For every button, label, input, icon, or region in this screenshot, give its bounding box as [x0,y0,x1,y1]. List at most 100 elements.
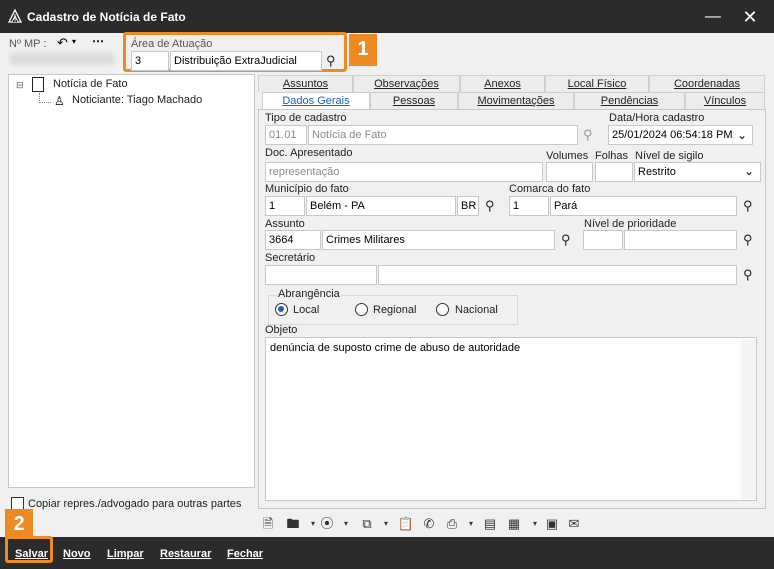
dropdown-arrow-icon[interactable]: ▾ [72,37,76,46]
tab-local-fisico[interactable]: Local Físico [545,75,649,92]
close-button[interactable]: Fechar [227,548,263,560]
data-label: Data/Hora cadastro [609,112,705,124]
municipio-search-icon[interactable]: ⚲ [485,198,495,214]
assunto-code-field[interactable]: 3664 [265,230,321,250]
comarca-code-field[interactable]: 1 [509,196,549,216]
municipio-name-field[interactable]: Belém - PA [306,196,456,216]
tipo-name-field: Notícia de Fato [308,125,578,145]
tab-anexos[interactable]: Anexos [460,75,545,92]
prioridade-search-icon[interactable]: ⚲ [743,232,753,248]
radio-regional[interactable] [355,303,368,316]
area-name-field[interactable]: Distribuição ExtraJudicial [170,51,322,71]
save-button[interactable]: Salvar [15,548,48,560]
link-icon[interactable]: ⦿ [318,515,336,533]
tab-coordenadas[interactable]: Coordenadas [649,75,765,92]
area-search-icon[interactable]: ⚲ [326,53,336,69]
tab-movimentacoes[interactable]: Movimentações [458,92,574,109]
doc-label: Doc. Apresentado [265,147,353,159]
tipo-code-field: 01.01 [265,125,307,145]
assunto-label: Assunto [265,218,305,230]
data-field[interactable]: 25/01/2024 06:54:18 PM [608,125,753,145]
window-title: Cadastro de Notícia de Fato [27,10,186,24]
mp-number-blurred [10,53,114,65]
folhas-label: Folhas [595,150,629,162]
person-icon: ♙ [54,94,65,108]
abrangencia-label: Abrangência [277,288,341,300]
objeto-label: Objeto [265,324,298,336]
minimize-icon[interactable]: — [703,7,723,27]
title-bar: Cadastro de Notícia de Fato — ✕ [0,0,774,33]
tree-line-h [39,102,51,103]
step-badge-2: 2 [5,509,33,539]
tree-child-item[interactable]: Noticiante: Tiago Machado [72,94,202,106]
radio-nacional[interactable] [436,303,449,316]
tree-panel [8,74,255,488]
document-icon [32,77,44,92]
secretario-label: Secretário [265,252,316,264]
comarca-label: Comarca do fato [509,183,591,195]
tree-collapse-icon[interactable]: ⊟ [16,80,24,91]
comarca-search-icon[interactable]: ⚲ [743,198,753,214]
sigilo-label: Nível de sigilo [635,150,704,162]
restore-button[interactable]: Restaurar [160,548,211,560]
municipio-uf-field[interactable]: BR [457,196,479,216]
volumes-label: Volumes [546,150,589,162]
clipboard-icon[interactable]: 📋 [397,515,415,533]
add-document-icon[interactable]: 🗎 [259,515,277,533]
folder-icon[interactable]: 🖿 [284,515,302,533]
calendar-dropdown-icon[interactable]: ▾ [526,515,544,533]
copy-checkbox-label: Copiar repres./advogado para outras part… [28,498,242,510]
radio-nacional-label: Nacional [455,304,498,316]
undo-icon[interactable]: ↶ [57,35,68,51]
folhas-field[interactable] [595,162,633,182]
prioridade-label: Nível de prioridade [584,218,677,230]
clear-button[interactable]: Limpar [107,548,144,560]
doc-field[interactable]: representação [265,162,543,182]
phone-icon[interactable]: ✆ [420,515,438,533]
area-label: Área de Atuação [131,38,213,50]
volumes-field[interactable] [546,162,593,182]
step-badge-1: 1 [349,34,377,66]
municipio-code-field[interactable]: 1 [265,196,305,216]
data-dropdown-icon[interactable]: ⌄ [737,128,747,142]
area-code-field[interactable]: 3 [131,51,169,71]
tab-observacoes[interactable]: Observações [353,75,460,92]
sigilo-dropdown-icon[interactable]: ⌄ [744,164,754,178]
radio-local[interactable] [275,303,288,316]
printer-alt-icon[interactable]: ▤ [481,515,499,533]
sigilo-select[interactable]: Restrito [634,162,761,182]
municipio-label: Município do fato [265,183,349,195]
prioridade-code-field[interactable] [583,230,623,250]
tab-dados-gerais[interactable]: Dados Gerais [262,92,370,110]
print-dropdown-icon[interactable]: ▾ [462,515,480,533]
tab-pendencias[interactable]: Pendências [574,92,685,109]
tree-root-item[interactable]: Notícia de Fato [53,78,128,90]
tab-vinculos[interactable]: Vínculos [685,92,765,109]
secretario-search-icon[interactable]: ⚲ [743,267,753,283]
copy-dropdown-icon[interactable]: ▾ [377,515,395,533]
print-icon[interactable]: ⎙ [443,515,461,533]
copy-docs-icon[interactable]: ⧉ [358,515,376,533]
assunto-search-icon[interactable]: ⚲ [561,232,571,248]
tipo-label: Tipo de cadastro [265,112,347,124]
image-icon[interactable]: ▣ [543,515,561,533]
new-button[interactable]: Novo [63,548,91,560]
objeto-textarea[interactable] [265,337,757,501]
radio-regional-label: Regional [373,304,417,316]
mp-label: Nº MP : [9,38,47,50]
objeto-scrollbar[interactable] [741,339,756,499]
close-icon[interactable]: ✕ [740,7,760,27]
mail-icon[interactable]: ✉ [565,515,583,533]
more-icon[interactable]: ⋯ [92,34,104,48]
tipo-search-icon: ⚲ [583,127,593,142]
calendar-icon[interactable]: ▦ [505,515,523,533]
tab-assuntos[interactable]: Assuntos [258,75,353,92]
secretario-code-field[interactable] [265,265,377,285]
link-dropdown-icon[interactable]: ▾ [337,515,355,533]
comarca-name-field[interactable]: Pará [550,196,737,216]
secretario-name-field[interactable] [378,265,737,285]
tab-pessoas[interactable]: Pessoas [370,92,458,109]
app-logo-icon [8,9,22,23]
assunto-name-field[interactable]: Crimes Militares [322,230,555,250]
prioridade-name-field[interactable] [624,230,737,250]
